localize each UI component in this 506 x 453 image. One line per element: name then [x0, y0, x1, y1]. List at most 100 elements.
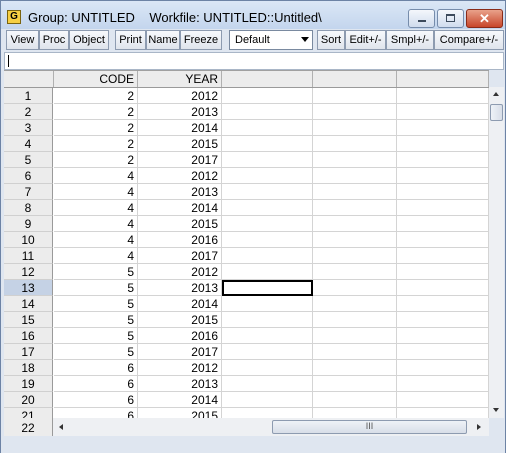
table-row[interactable]: 20 6 2014: [4, 392, 489, 408]
horizontal-scroll-thumb[interactable]: III: [272, 420, 467, 434]
spreadsheet-grid[interactable]: CODE YEAR 1 2 2012 2 2 2013 3 2 2014 4 2 2015 5 2 2017…: [4, 70, 489, 419]
name-button[interactable]: Name: [146, 30, 180, 50]
year-cell[interactable]: 2017: [138, 152, 222, 168]
empty-cell[interactable]: [397, 152, 489, 168]
empty-cell[interactable]: [222, 392, 313, 408]
smpl-button[interactable]: Smpl+/-: [386, 30, 434, 50]
year-cell[interactable]: 2012: [138, 264, 222, 280]
scroll-up-icon[interactable]: [493, 92, 499, 96]
table-row[interactable]: 17 5 2017: [4, 344, 489, 360]
empty-cell[interactable]: [313, 248, 397, 264]
empty-cell[interactable]: [313, 296, 397, 312]
code-cell[interactable]: 4: [54, 200, 138, 216]
empty-cell[interactable]: [222, 136, 313, 152]
empty-cell[interactable]: [313, 264, 397, 280]
row-number-partial[interactable]: 22: [4, 418, 53, 436]
empty-cell[interactable]: [397, 392, 489, 408]
year-cell[interactable]: 2017: [138, 248, 222, 264]
year-cell[interactable]: 2013: [138, 280, 222, 296]
minimize-button[interactable]: [408, 9, 435, 28]
empty-cell[interactable]: [222, 360, 313, 376]
table-row[interactable]: 2 2 2013: [4, 104, 489, 120]
year-cell[interactable]: 2015: [138, 136, 222, 152]
year-cell[interactable]: 2012: [138, 168, 222, 184]
empty-cell[interactable]: [313, 200, 397, 216]
cell-edit-field[interactable]: [4, 52, 504, 70]
row-number[interactable]: 5: [4, 152, 53, 168]
scroll-down-icon[interactable]: [493, 408, 499, 412]
empty-cell[interactable]: [397, 216, 489, 232]
code-cell[interactable]: 4: [54, 168, 138, 184]
table-row[interactable]: 16 5 2016: [4, 328, 489, 344]
empty-cell[interactable]: [222, 152, 313, 168]
empty-cell[interactable]: [222, 104, 313, 120]
empty-cell[interactable]: [313, 152, 397, 168]
year-cell[interactable]: 2014: [138, 120, 222, 136]
year-cell[interactable]: 2013: [138, 104, 222, 120]
empty-cell[interactable]: [313, 168, 397, 184]
row-number[interactable]: 3: [4, 120, 53, 136]
empty-cell[interactable]: [313, 280, 397, 296]
code-cell[interactable]: 4: [54, 248, 138, 264]
empty-cell[interactable]: [397, 168, 489, 184]
year-cell[interactable]: 2017: [138, 344, 222, 360]
year-cell[interactable]: 2015: [138, 312, 222, 328]
column-header-empty[interactable]: [397, 71, 489, 87]
table-row[interactable]: 4 2 2015: [4, 136, 489, 152]
scroll-left-icon[interactable]: [59, 424, 63, 430]
column-header-year[interactable]: YEAR: [138, 71, 222, 87]
empty-cell[interactable]: [222, 232, 313, 248]
empty-cell[interactable]: [397, 200, 489, 216]
empty-cell[interactable]: [397, 360, 489, 376]
table-row[interactable]: 13 5 2013: [4, 280, 489, 296]
row-number[interactable]: 4: [4, 136, 53, 152]
empty-cell[interactable]: [222, 312, 313, 328]
scroll-right-icon[interactable]: [477, 424, 481, 430]
title-bar[interactable]: G Group: UNTITLED Workfile: UNTITLED::Un…: [1, 1, 505, 29]
table-row[interactable]: 12 5 2012: [4, 264, 489, 280]
code-cell[interactable]: 2: [54, 152, 138, 168]
year-cell[interactable]: 2013: [138, 184, 222, 200]
table-row[interactable]: 10 4 2016: [4, 232, 489, 248]
code-cell[interactable]: 5: [54, 296, 138, 312]
code-cell[interactable]: 5: [54, 344, 138, 360]
row-number[interactable]: 18: [4, 360, 53, 376]
table-row[interactable]: 11 4 2017: [4, 248, 489, 264]
empty-cell[interactable]: [222, 344, 313, 360]
empty-cell[interactable]: [313, 136, 397, 152]
empty-cell[interactable]: [222, 184, 313, 200]
empty-cell[interactable]: [313, 120, 397, 136]
code-cell[interactable]: 2: [54, 120, 138, 136]
year-cell[interactable]: 2016: [138, 328, 222, 344]
empty-cell[interactable]: [397, 344, 489, 360]
table-row[interactable]: 3 2 2014: [4, 120, 489, 136]
empty-cell[interactable]: [397, 136, 489, 152]
sort-button[interactable]: Sort: [317, 30, 345, 50]
vertical-scroll-thumb[interactable]: [490, 104, 503, 121]
year-cell[interactable]: 2013: [138, 376, 222, 392]
empty-cell[interactable]: [313, 216, 397, 232]
column-header-code[interactable]: CODE: [54, 71, 138, 87]
vertical-scrollbar[interactable]: [489, 87, 504, 418]
row-number[interactable]: 20: [4, 392, 53, 408]
row-number[interactable]: 7: [4, 184, 53, 200]
empty-cell[interactable]: [397, 312, 489, 328]
empty-cell[interactable]: [397, 184, 489, 200]
empty-cell[interactable]: [313, 104, 397, 120]
empty-cell[interactable]: [397, 328, 489, 344]
code-cell[interactable]: 2: [54, 136, 138, 152]
empty-cell[interactable]: [313, 344, 397, 360]
code-cell[interactable]: 5: [54, 328, 138, 344]
row-number[interactable]: 12: [4, 264, 53, 280]
year-cell[interactable]: 2015: [138, 216, 222, 232]
code-cell[interactable]: 5: [54, 280, 138, 296]
empty-cell[interactable]: [222, 264, 313, 280]
horizontal-scrollbar[interactable]: III: [53, 418, 489, 436]
year-cell[interactable]: 2014: [138, 200, 222, 216]
view-button[interactable]: View: [6, 30, 39, 50]
close-button[interactable]: ✕: [466, 9, 503, 28]
empty-cell[interactable]: [397, 248, 489, 264]
format-dropdown[interactable]: Default: [229, 30, 313, 50]
row-number[interactable]: 1: [4, 88, 53, 104]
maximize-button[interactable]: [437, 9, 464, 28]
